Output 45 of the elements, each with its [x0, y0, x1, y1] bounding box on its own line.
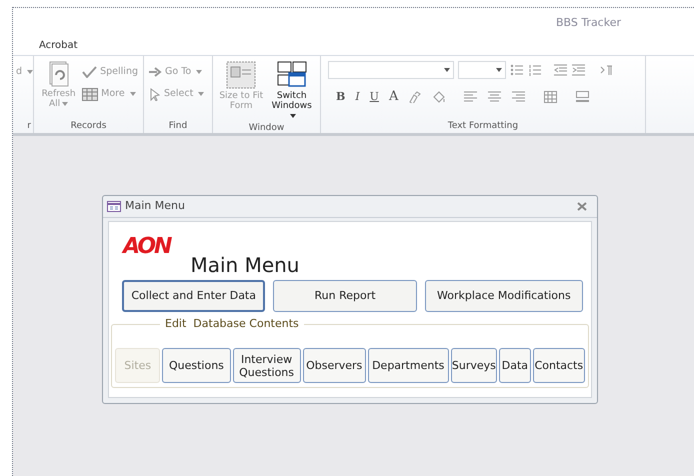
- caret-icon: [444, 68, 450, 72]
- logo: AON: [123, 236, 170, 258]
- table-icon: [82, 88, 98, 101]
- table-button[interactable]: Surveys: [450, 348, 498, 383]
- ribbon-button[interactable]: Switch Windows: [268, 91, 315, 121]
- numbered-list-icon: [528, 64, 542, 76]
- refresh-icon: [48, 61, 70, 87]
- ribbon-tab[interactable]: Acrobat: [35, 38, 82, 55]
- paint-bucket-icon: [432, 90, 446, 103]
- table-button[interactable]: Interview Questions: [232, 348, 301, 383]
- align-left-icon: [464, 90, 478, 103]
- bullet-list-icon: [510, 64, 524, 76]
- form-heading: Main Menu: [190, 252, 300, 279]
- table-button: Sites: [115, 348, 160, 383]
- align-center-icon: [488, 90, 502, 103]
- app-title: BBS Tracker: [556, 14, 621, 31]
- group-label: r: [26, 120, 32, 133]
- table-button[interactable]: Data: [499, 348, 531, 383]
- form-icon: [107, 201, 121, 212]
- gridlines-icon: [544, 90, 558, 103]
- group-label: Records: [70, 120, 108, 133]
- menu-button[interactable]: Workplace Modifications: [424, 280, 583, 312]
- group-label: Text Formatting: [446, 120, 520, 133]
- highlighter-icon: [408, 90, 422, 103]
- windows-icon: [276, 61, 307, 89]
- paragraph-direction-icon: [600, 64, 614, 76]
- table-button[interactable]: Observers: [302, 348, 366, 383]
- row-color-icon: [576, 90, 590, 103]
- table-button[interactable]: Questions: [162, 348, 230, 383]
- align-right-icon: [512, 90, 526, 103]
- cursor-icon: [149, 88, 161, 101]
- decrease-indent-icon: [554, 64, 568, 76]
- arrow-icon: [149, 67, 162, 78]
- menu-button[interactable]: Run Report: [273, 280, 417, 312]
- group-label: Find: [168, 120, 188, 133]
- increase-indent-icon: [572, 64, 586, 76]
- form-icon: [226, 61, 256, 89]
- menu-button[interactable]: Collect and Enter Data: [122, 280, 266, 312]
- table-button[interactable]: Departments: [368, 348, 449, 383]
- caret-icon: [496, 68, 502, 72]
- dialog-title: Main Menu: [125, 198, 186, 214]
- group-label: Window: [248, 122, 286, 135]
- spell-check-icon: [82, 66, 98, 78]
- close-icon: [577, 202, 587, 211]
- table-button[interactable]: Contacts: [532, 348, 585, 383]
